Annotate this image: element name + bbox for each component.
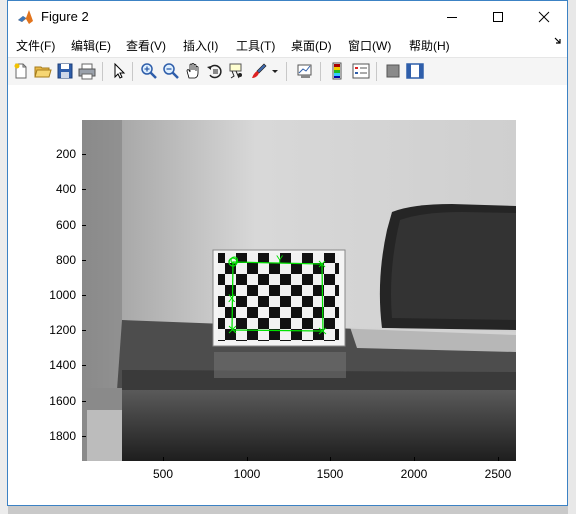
y-tick-label: 400	[55, 182, 76, 196]
dock-figure-icon[interactable]	[554, 37, 562, 45]
x-tick-label: 1000	[233, 467, 261, 481]
y-tick-mark	[82, 365, 86, 366]
brush-icon[interactable]	[250, 62, 268, 80]
figure-toolbar	[8, 57, 567, 86]
x-tick-mark	[163, 457, 164, 461]
minimize-button[interactable]	[429, 1, 475, 32]
y-tick-label: 1000	[49, 288, 76, 302]
menu-help[interactable]: 帮助(H)	[409, 37, 450, 54]
y-tick-label: 1400	[49, 358, 76, 372]
menu-insert[interactable]: 插入(I)	[183, 37, 218, 54]
close-icon	[538, 11, 550, 22]
x-tick-mark	[414, 457, 415, 461]
y-tick-mark	[82, 154, 86, 155]
y-tick-label: 200	[55, 147, 76, 161]
image-axes[interactable]: O Y X	[82, 120, 516, 461]
zoom-out-icon[interactable]	[162, 62, 180, 80]
close-button[interactable]	[521, 1, 567, 32]
matlab-icon	[17, 8, 34, 25]
data-cursor-icon[interactable]	[228, 62, 246, 80]
link-plot-icon[interactable]	[296, 62, 314, 80]
figure-window: Figure 2 文件(F) 编辑(E) 查看(V) 插入(I) 工具(T) 桌…	[7, 0, 568, 506]
menu-desktop[interactable]: 桌面(D)	[291, 37, 332, 54]
hide-plot-tools-icon[interactable]	[384, 62, 402, 80]
menu-window[interactable]: 窗口(W)	[348, 37, 391, 54]
y-tick-mark	[82, 260, 86, 261]
new-figure-icon[interactable]	[12, 62, 30, 80]
pan-icon[interactable]	[184, 62, 202, 80]
y-tick-mark	[82, 401, 86, 402]
print-icon[interactable]	[78, 62, 96, 80]
y-axis-annotation: Y	[276, 254, 284, 266]
desktop-background-right	[568, 0, 576, 514]
figure-canvas: 200 400 600 800 1000 1200 1400 1600 1800…	[8, 85, 567, 505]
maximize-button[interactable]	[475, 1, 521, 32]
pointer-icon[interactable]	[110, 62, 128, 80]
legend-icon[interactable]	[352, 62, 370, 80]
menu-file[interactable]: 文件(F)	[16, 37, 55, 54]
show-plot-tools-icon[interactable]	[406, 62, 424, 80]
y-tick-mark	[82, 295, 86, 296]
y-tick-mark	[82, 436, 86, 437]
x-tick-label: 2000	[400, 467, 428, 481]
toolbar-separator	[376, 62, 377, 81]
x-tick-label: 500	[152, 467, 174, 481]
y-tick-mark	[82, 189, 86, 190]
y-tick-mark	[82, 225, 86, 226]
title-bar: Figure 2	[8, 1, 567, 32]
toolbar-separator	[132, 62, 133, 81]
menu-view[interactable]: 查看(V)	[126, 37, 166, 54]
rotate-3d-icon[interactable]	[206, 62, 224, 80]
toolbar-separator	[102, 62, 103, 81]
y-tick-mark	[82, 330, 86, 331]
brush-dropdown-icon[interactable]	[270, 62, 280, 80]
y-tick-label: 1600	[49, 394, 76, 408]
menu-edit[interactable]: 编辑(E)	[71, 37, 111, 54]
maximize-icon	[493, 11, 503, 22]
menu-bar: 文件(F) 编辑(E) 查看(V) 插入(I) 工具(T) 桌面(D) 窗口(W…	[8, 33, 567, 55]
x-axis-annotation: X	[228, 293, 236, 305]
y-tick-label: 1800	[49, 429, 76, 443]
y-tick-label: 600	[55, 218, 76, 232]
zoom-in-icon[interactable]	[140, 62, 158, 80]
x-tick-label: 1500	[316, 467, 344, 481]
y-tick-label: 1200	[49, 323, 76, 337]
x-tick-mark	[247, 457, 248, 461]
open-file-icon[interactable]	[34, 62, 52, 80]
x-tick-mark	[498, 457, 499, 461]
menu-tools[interactable]: 工具(T)	[236, 37, 275, 54]
window-title: Figure 2	[41, 9, 89, 24]
toolbar-separator	[320, 62, 321, 81]
checkerboard-photo: O Y X	[82, 120, 516, 461]
x-tick-mark	[330, 457, 331, 461]
save-icon[interactable]	[56, 62, 74, 80]
colorbar-icon[interactable]	[328, 62, 346, 80]
x-tick-label: 2500	[484, 467, 512, 481]
minimize-icon	[447, 16, 457, 18]
y-tick-label: 800	[55, 253, 76, 267]
toolbar-separator	[286, 62, 287, 81]
origin-label: O	[230, 255, 239, 267]
